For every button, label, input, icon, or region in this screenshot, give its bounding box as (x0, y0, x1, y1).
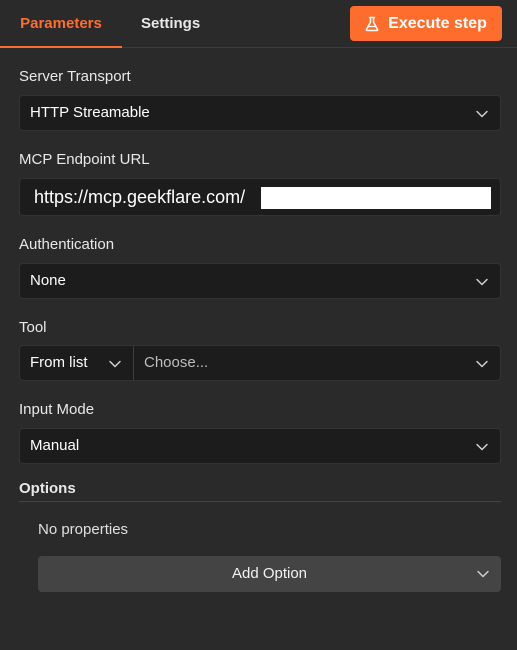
server-transport-select[interactable]: HTTP Streamable (19, 95, 501, 131)
server-transport-label: Server Transport (19, 68, 131, 85)
execute-step-button[interactable]: Execute step (350, 6, 502, 41)
chevron-down-icon (477, 570, 489, 578)
tool-choose-select[interactable]: Choose... (133, 345, 501, 381)
chevron-down-icon (109, 360, 121, 368)
authentication-label: Authentication (19, 236, 115, 253)
tab-settings[interactable]: Settings (141, 0, 200, 48)
tab-parameters[interactable]: Parameters (0, 0, 122, 48)
tool-mode-select[interactable]: From list (19, 345, 134, 381)
tool-label: Tool (19, 319, 47, 336)
endpoint-url-input[interactable]: https://mcp.geekflare.com/ (19, 178, 501, 216)
tool-mode-value: From list (30, 354, 88, 371)
input-mode-value: Manual (30, 437, 80, 454)
endpoint-url-label: MCP Endpoint URL (19, 151, 150, 168)
tool-choose-placeholder: Choose... (144, 354, 209, 371)
chevron-down-icon (476, 360, 488, 368)
chevron-down-icon (476, 110, 488, 118)
flask-icon (365, 16, 379, 31)
execute-step-label: Execute step (388, 14, 487, 32)
no-properties-text: No properties (38, 521, 129, 538)
authentication-value: None (30, 272, 66, 289)
authentication-select[interactable]: None (19, 263, 501, 299)
chevron-down-icon (476, 443, 488, 451)
add-option-button[interactable]: Add Option (38, 556, 501, 592)
endpoint-url-value: https://mcp.geekflare.com/ (34, 187, 246, 207)
input-mode-label: Input Mode (19, 401, 95, 418)
tool-selector: From list Choose... (19, 345, 501, 381)
top-bar: Parameters Settings Execute step (0, 0, 517, 48)
redacted-block (261, 187, 491, 209)
input-mode-select[interactable]: Manual (19, 428, 501, 464)
options-divider (19, 501, 501, 502)
options-heading: Options (19, 480, 76, 497)
server-transport-value: HTTP Streamable (30, 104, 150, 121)
chevron-down-icon (476, 278, 488, 286)
add-option-label: Add Option (231, 565, 308, 582)
